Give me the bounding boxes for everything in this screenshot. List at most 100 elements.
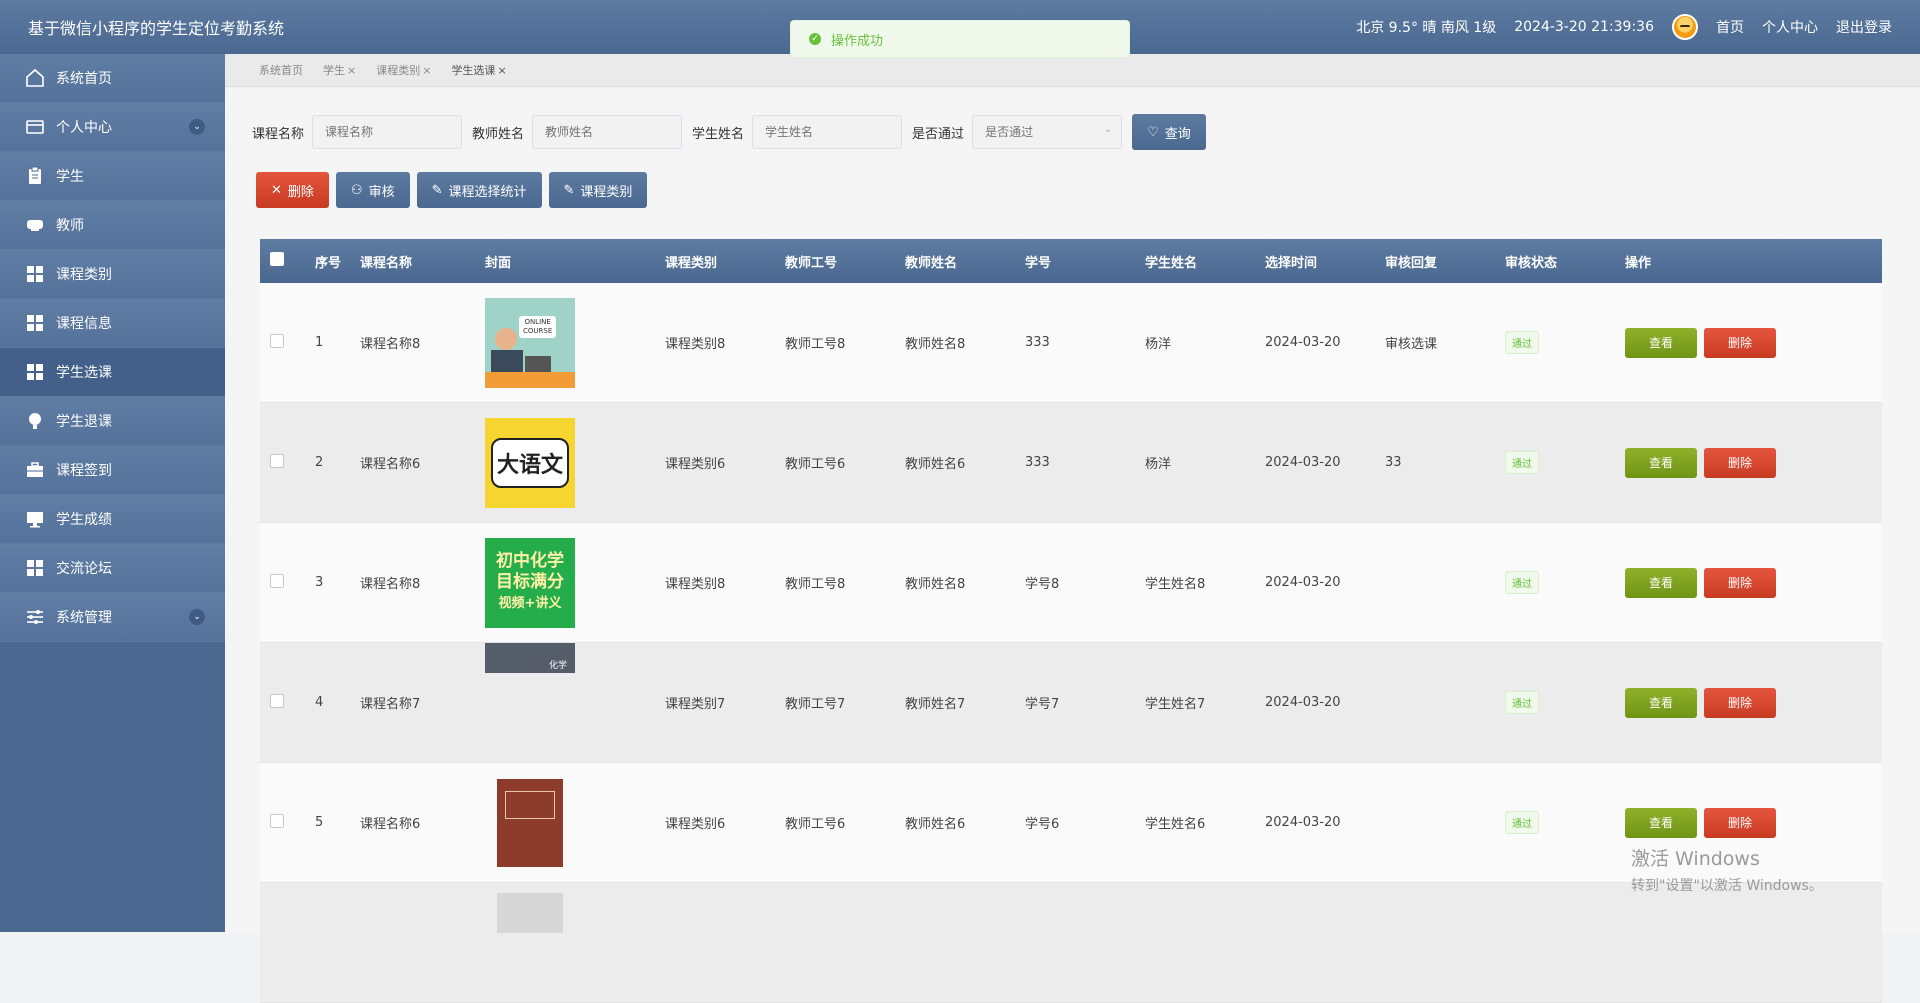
row-index: 2 bbox=[315, 455, 324, 470]
sidebar-item-profile[interactable]: 个人中心 ⌄ bbox=[0, 103, 225, 152]
course-category: 课程类别8 bbox=[665, 337, 726, 352]
sidebar-item-course-drop[interactable]: 学生退课 bbox=[0, 397, 225, 446]
course-stats-button[interactable]: ✎ 课程选择统计 bbox=[416, 172, 542, 208]
cover-text: COURSE bbox=[523, 326, 553, 335]
course-category: 课程类别6 bbox=[665, 817, 726, 832]
avatar[interactable] bbox=[1672, 14, 1698, 40]
student-name: 学生姓名8 bbox=[1145, 577, 1206, 592]
toast-message: 操作成功 bbox=[831, 33, 884, 49]
course-category-button[interactable]: ✎ 课程类别 bbox=[548, 172, 648, 208]
query-button[interactable]: ♡ 查询 bbox=[1132, 114, 1206, 150]
view-button[interactable]: 查看 bbox=[1625, 567, 1697, 598]
delete-button[interactable]: 删除 bbox=[1704, 447, 1776, 478]
row-checkbox[interactable] bbox=[270, 453, 284, 468]
student-name-label: 学生姓名 bbox=[692, 126, 745, 142]
view-button[interactable]: 查看 bbox=[1625, 687, 1697, 718]
course-name: 课程名称6 bbox=[360, 817, 421, 832]
status-badge: 通过 bbox=[1505, 811, 1539, 834]
sidebar-item-label: 课程信息 bbox=[56, 316, 112, 332]
audit-label: 审核 bbox=[368, 183, 395, 199]
row-index: 3 bbox=[315, 575, 324, 590]
sidebar-item-scores[interactable]: 学生成绩 bbox=[0, 495, 225, 544]
status-badge: 通过 bbox=[1505, 451, 1539, 474]
status-badge: 通过 bbox=[1505, 331, 1539, 354]
home-icon bbox=[24, 67, 46, 89]
course-cover-image: 化学 bbox=[485, 642, 575, 673]
sidebar-item-course-checkin[interactable]: 课程签到 bbox=[0, 446, 225, 495]
header-cell: 教师工号 bbox=[785, 255, 838, 271]
tab-label: 学生选课 bbox=[451, 64, 496, 77]
sidebar-item-label: 交流论坛 bbox=[56, 561, 112, 577]
delete-button[interactable]: 删除 bbox=[1704, 567, 1776, 598]
sidebar-item-home[interactable]: 系统首页 bbox=[0, 54, 225, 103]
tab-course-selection[interactable]: 学生选课 × bbox=[451, 62, 506, 78]
teacher-name: 教师姓名8 bbox=[905, 337, 966, 352]
close-icon[interactable]: × bbox=[422, 64, 431, 77]
grid-icon bbox=[24, 312, 46, 334]
query-button-label: 查询 bbox=[1164, 125, 1191, 141]
select-time: 2024-03-20 bbox=[1265, 455, 1341, 470]
header-cell: 学生姓名 bbox=[1145, 255, 1198, 271]
close-icon[interactable]: × bbox=[497, 64, 506, 77]
cover-text: 目标满分 bbox=[496, 572, 564, 592]
grid-icon bbox=[24, 557, 46, 579]
header-right: 北京 9.5° 晴 南风 1级 2024-3-20 21:39:36 首页 个人… bbox=[1356, 14, 1892, 40]
pass-select-input[interactable] bbox=[972, 115, 1123, 149]
app-title: 基于微信小程序的学生定位考勤系统 bbox=[28, 19, 285, 38]
course-name-input[interactable] bbox=[312, 115, 463, 149]
select-all-checkbox[interactable] bbox=[270, 252, 284, 266]
teacher-name-label: 教师姓名 bbox=[472, 126, 525, 142]
grid-icon bbox=[24, 361, 46, 383]
cover-text: 大语文 bbox=[491, 437, 569, 488]
view-button[interactable]: 查看 bbox=[1625, 447, 1697, 478]
row-checkbox[interactable] bbox=[270, 813, 284, 828]
close-icon[interactable]: × bbox=[347, 64, 356, 77]
row-checkbox[interactable] bbox=[270, 693, 284, 708]
sidebar-item-forum[interactable]: 交流论坛 bbox=[0, 544, 225, 593]
pass-select[interactable]: ⌄ bbox=[972, 115, 1123, 149]
sidebar-item-label: 系统管理 bbox=[56, 610, 112, 626]
row-checkbox[interactable] bbox=[270, 333, 284, 348]
profile-link[interactable]: 个人中心 bbox=[1762, 17, 1818, 37]
status-badge: 通过 bbox=[1505, 691, 1539, 714]
sidebar-item-label: 教师 bbox=[56, 218, 84, 234]
logout-link[interactable]: 退出登录 bbox=[1836, 17, 1892, 37]
sidebar-item-course-info[interactable]: 课程信息 bbox=[0, 299, 225, 348]
sidebar-item-course-selection[interactable]: 学生选课 bbox=[0, 348, 225, 397]
chevron-down-icon[interactable]: ⌄ bbox=[189, 609, 205, 625]
tab-student[interactable]: 学生 × bbox=[323, 62, 356, 78]
tab-course-category[interactable]: 课程类别 × bbox=[376, 62, 431, 78]
table-row: 3 课程名称8 初中化学 目标满分 视频+讲义 课程类别8 教师工号8 教师姓名… bbox=[260, 523, 1882, 643]
chevron-down-icon[interactable]: ⌄ bbox=[189, 119, 205, 135]
sidebar-item-teacher[interactable]: 教师 bbox=[0, 201, 225, 250]
audit-button[interactable]: ⚇ 审核 bbox=[335, 172, 410, 208]
sidebar-item-label: 系统首页 bbox=[56, 71, 112, 87]
batch-delete-button[interactable]: ✕ 删除 bbox=[256, 172, 329, 208]
sidebar-item-student[interactable]: 学生 bbox=[0, 152, 225, 201]
table-row bbox=[260, 883, 1882, 1003]
student-name-input[interactable] bbox=[752, 115, 903, 149]
audit-reply: 33 bbox=[1385, 455, 1402, 470]
delete-button[interactable]: 删除 bbox=[1704, 327, 1776, 358]
sidebar-item-course-category[interactable]: 课程类别 bbox=[0, 250, 225, 299]
teacher-name-input[interactable] bbox=[532, 115, 683, 149]
stats-label: 课程选择统计 bbox=[448, 183, 527, 199]
delete-button[interactable]: 删除 bbox=[1704, 807, 1776, 838]
delete-button[interactable]: 删除 bbox=[1704, 687, 1776, 718]
status-badge: 通过 bbox=[1505, 571, 1539, 594]
sliders-icon bbox=[24, 606, 46, 628]
tab-home[interactable]: 系统首页 bbox=[259, 62, 303, 78]
view-button[interactable]: 查看 bbox=[1625, 807, 1697, 838]
view-button[interactable]: 查看 bbox=[1625, 327, 1697, 358]
course-name: 课程名称6 bbox=[360, 457, 421, 472]
sidebar-item-system[interactable]: 系统管理 ⌄ bbox=[0, 593, 225, 642]
course-category: 课程类别8 bbox=[665, 577, 726, 592]
row-checkbox[interactable] bbox=[270, 573, 284, 588]
header-cell: 选择时间 bbox=[1265, 255, 1318, 271]
header-cell: 课程名称 bbox=[360, 255, 413, 271]
home-link[interactable]: 首页 bbox=[1716, 17, 1744, 37]
select-time: 2024-03-20 bbox=[1265, 815, 1341, 830]
course-name: 课程名称7 bbox=[360, 697, 421, 712]
bulb-icon bbox=[24, 410, 46, 432]
course-cover-image: 初中化学 目标满分 视频+讲义 bbox=[485, 537, 575, 628]
